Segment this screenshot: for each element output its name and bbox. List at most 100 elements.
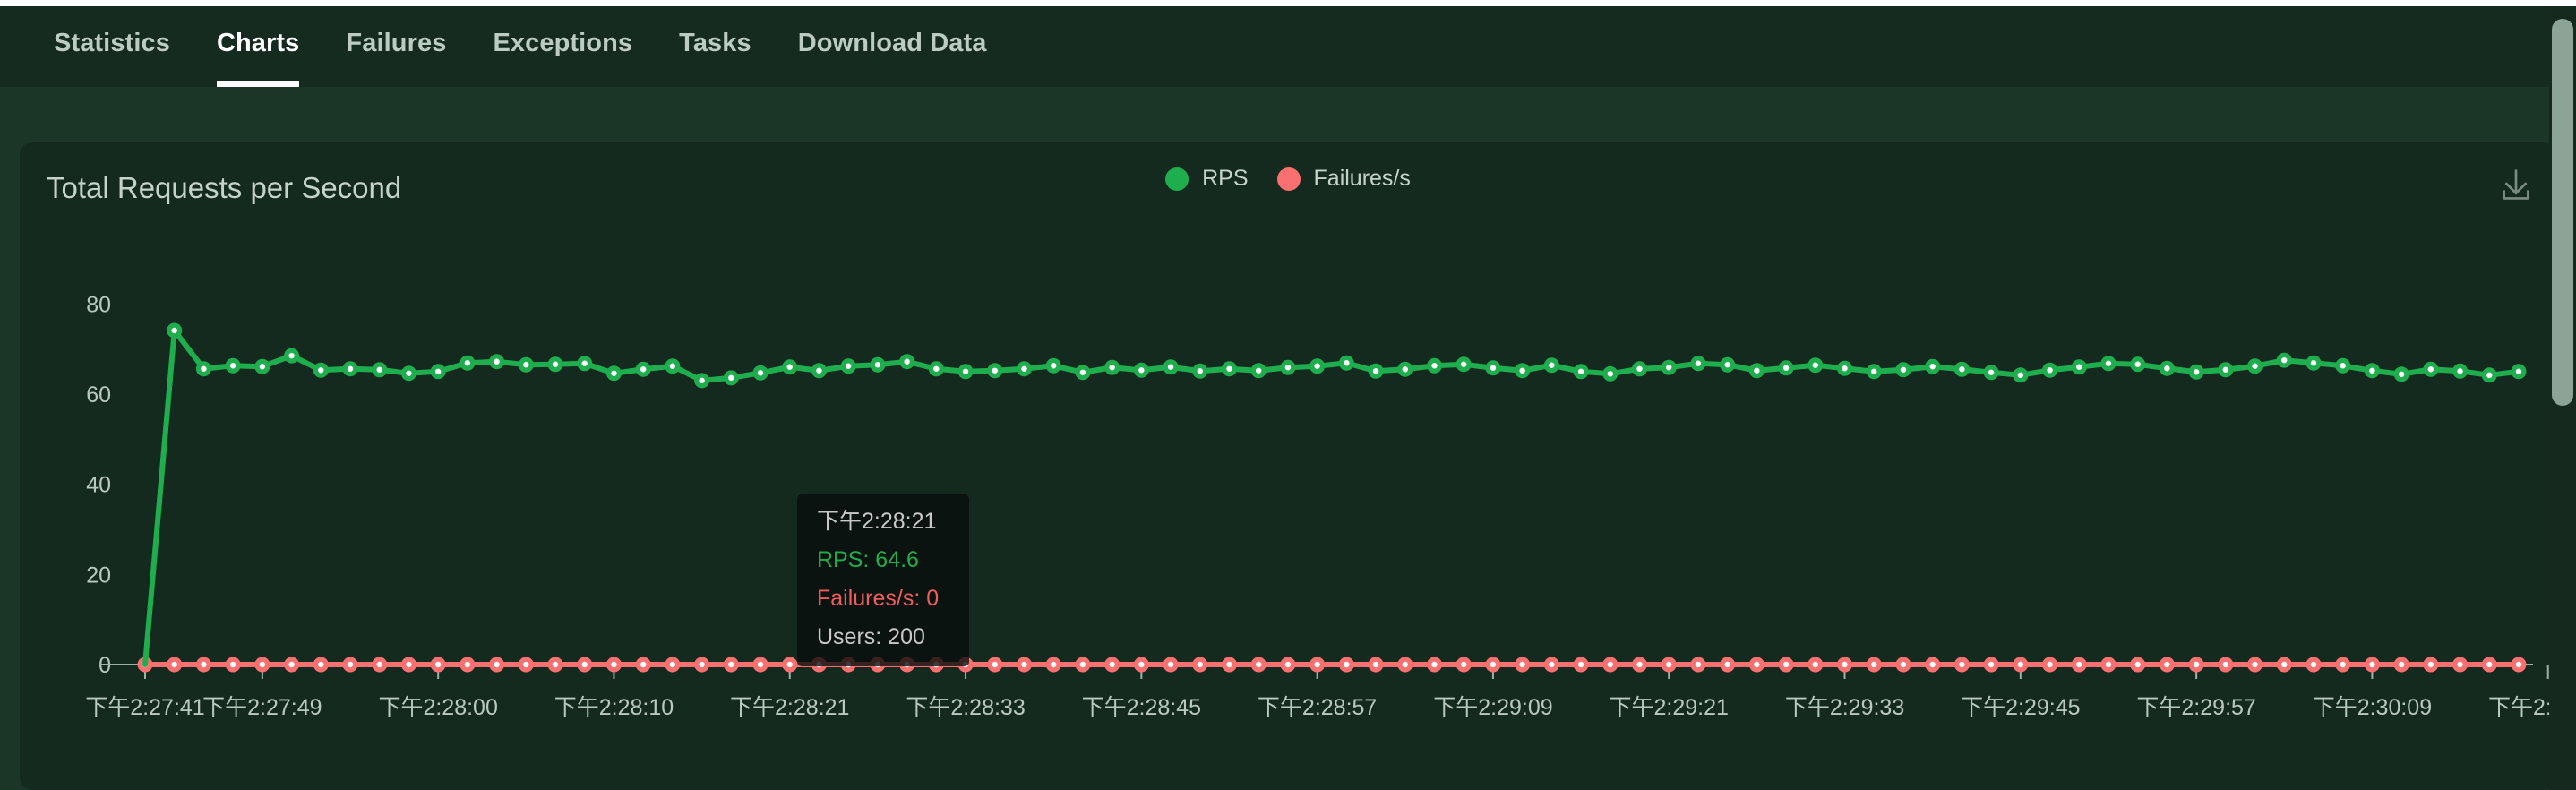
data-point[interactable] [2071, 657, 2087, 673]
data-point[interactable] [782, 359, 798, 375]
data-point[interactable] [195, 361, 211, 377]
data-point[interactable] [1837, 657, 1853, 673]
data-point[interactable] [1280, 359, 1296, 375]
data-point[interactable] [547, 657, 563, 673]
tab-exceptions[interactable]: Exceptions [469, 6, 656, 87]
data-point[interactable] [1953, 657, 1970, 673]
data-point[interactable] [1427, 357, 1443, 374]
data-point[interactable] [2481, 367, 2497, 383]
data-point[interactable] [1983, 657, 1999, 673]
data-point[interactable] [2159, 657, 2175, 673]
data-point[interactable] [1573, 364, 1589, 380]
data-point[interactable] [2452, 363, 2469, 379]
data-point[interactable] [928, 361, 944, 377]
data-point[interactable] [2511, 657, 2527, 673]
data-point[interactable] [1045, 657, 1061, 673]
data-point[interactable] [811, 363, 827, 379]
data-point[interactable] [899, 354, 915, 370]
data-point[interactable] [372, 657, 388, 673]
data-point[interactable] [840, 358, 856, 374]
data-point[interactable] [2393, 366, 2409, 382]
data-point[interactable] [167, 657, 183, 673]
data-point[interactable] [870, 657, 886, 673]
data-point[interactable] [1455, 657, 1472, 673]
data-point[interactable] [2306, 657, 2322, 673]
tab-charts[interactable]: Charts [193, 6, 322, 87]
data-point[interactable] [225, 357, 241, 374]
data-point[interactable] [1192, 657, 1208, 673]
data-point[interactable] [1543, 657, 1559, 673]
data-point[interactable] [313, 362, 329, 378]
data-point[interactable] [1016, 657, 1032, 673]
data-point[interactable] [1485, 657, 1501, 673]
data-point[interactable] [987, 363, 1003, 379]
data-point[interactable] [899, 657, 915, 673]
data-point[interactable] [1690, 657, 1706, 673]
data-point[interactable] [1837, 360, 1853, 376]
data-point[interactable] [254, 657, 270, 673]
data-point[interactable] [1573, 657, 1589, 673]
data-point[interactable] [2013, 657, 2029, 673]
data-point[interactable] [1720, 356, 1736, 373]
data-point[interactable] [665, 358, 681, 374]
data-point[interactable] [1895, 657, 1911, 673]
data-point[interactable] [1925, 358, 1941, 374]
data-point[interactable] [811, 657, 827, 673]
data-point[interactable] [1427, 657, 1443, 673]
data-point[interactable] [2364, 657, 2380, 673]
legend-item-failures-s[interactable]: Failures/s [1276, 166, 1411, 192]
data-point[interactable] [957, 657, 974, 673]
data-point[interactable] [2393, 657, 2409, 673]
data-point[interactable] [2100, 356, 2117, 372]
data-point[interactable] [1163, 657, 1179, 673]
data-point[interactable] [1397, 361, 1413, 377]
data-point[interactable] [313, 657, 329, 673]
data-point[interactable] [1807, 657, 1824, 673]
data-point[interactable] [1309, 358, 1326, 374]
data-point[interactable] [1133, 657, 1149, 673]
data-point[interactable] [372, 362, 388, 378]
data-point[interactable] [1338, 355, 1354, 371]
data-point[interactable] [1515, 363, 1531, 379]
data-point[interactable] [1602, 365, 1619, 382]
data-point[interactable] [723, 370, 739, 386]
data-point[interactable] [254, 358, 270, 374]
data-point[interactable] [1368, 363, 1384, 379]
data-point[interactable] [225, 657, 241, 673]
data-point[interactable] [1016, 361, 1032, 377]
data-point[interactable] [1866, 364, 1882, 380]
tab-download-data[interactable]: Download Data [775, 6, 1010, 87]
data-point[interactable] [2071, 359, 2087, 375]
data-point[interactable] [1104, 359, 1121, 375]
legend-item-rps[interactable]: RPS [1165, 166, 1249, 192]
data-point[interactable] [1250, 657, 1267, 673]
data-point[interactable] [1748, 363, 1765, 379]
data-point[interactable] [342, 657, 358, 673]
data-point[interactable] [1075, 365, 1091, 381]
data-point[interactable] [1778, 360, 1794, 376]
data-point[interactable] [1515, 657, 1531, 673]
data-point[interactable] [752, 657, 769, 673]
page-scrollbar-thumb[interactable] [2552, 19, 2573, 406]
data-point[interactable] [459, 355, 476, 371]
data-point[interactable] [782, 657, 798, 673]
data-point[interactable] [2306, 355, 2322, 371]
data-point[interactable] [1983, 365, 1999, 381]
data-point[interactable] [1221, 361, 1237, 377]
data-point[interactable] [1953, 361, 1970, 377]
data-point[interactable] [577, 356, 593, 372]
data-point[interactable] [2335, 357, 2351, 374]
data-point[interactable] [1368, 657, 1384, 673]
data-point[interactable] [2130, 657, 2146, 673]
data-point[interactable] [2013, 367, 2029, 383]
data-point[interactable] [1075, 657, 1091, 673]
data-point[interactable] [723, 657, 739, 673]
data-point[interactable] [2042, 657, 2058, 673]
data-point[interactable] [1338, 657, 1354, 673]
data-point[interactable] [957, 364, 974, 380]
data-point[interactable] [1778, 657, 1794, 673]
data-point[interactable] [1807, 357, 1824, 374]
data-point[interactable] [1045, 357, 1061, 374]
data-point[interactable] [342, 361, 358, 377]
data-point[interactable] [1485, 360, 1501, 376]
